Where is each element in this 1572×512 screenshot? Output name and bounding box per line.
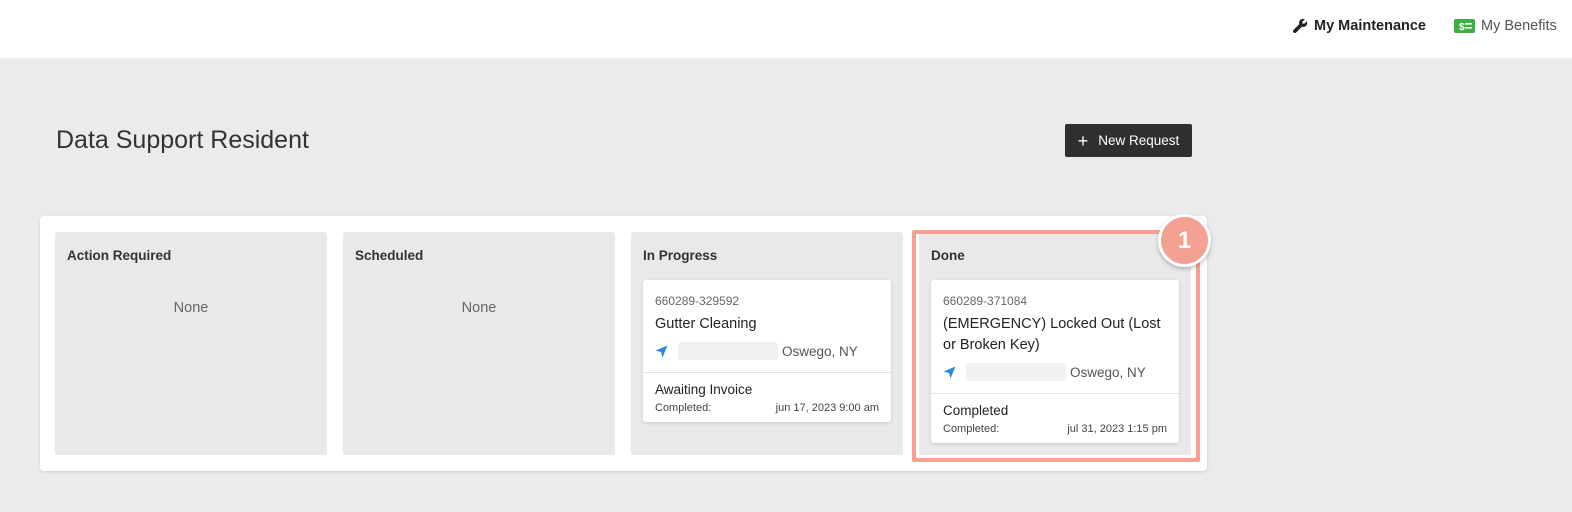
request-id: 660289-329592: [655, 294, 740, 308]
nav-my-benefits-label: My Benefits: [1481, 18, 1557, 34]
new-request-label: New Request: [1098, 133, 1180, 148]
column-action-required: Action Required None: [55, 232, 327, 455]
nav-my-benefits[interactable]: $ My Benefits: [1454, 16, 1557, 36]
nav-my-maintenance[interactable]: My Maintenance: [1292, 16, 1426, 36]
dollar-bill-icon: $: [1454, 19, 1475, 33]
request-location: Oswego, NY: [655, 342, 858, 360]
step-highlight-frame: [912, 230, 1200, 462]
card-divider: [643, 372, 891, 373]
column-title: Action Required: [67, 248, 172, 263]
request-completed: Completed: jun 17, 2023 9:00 am: [655, 402, 879, 414]
column-title: Scheduled: [355, 248, 424, 263]
svg-text:$: $: [1459, 22, 1465, 33]
column-scheduled: Scheduled None: [343, 232, 615, 455]
wrench-icon: [1292, 18, 1308, 34]
top-navigation-bar: My Maintenance $ My Benefits: [0, 0, 1572, 58]
request-status: Awaiting Invoice: [655, 382, 753, 397]
completed-label: Completed:: [655, 402, 712, 414]
column-title: In Progress: [643, 248, 718, 263]
request-card[interactable]: 660289-329592 Gutter Cleaning Oswego, NY…: [643, 280, 891, 422]
redacted-address: [678, 342, 778, 360]
nav-my-maintenance-label: My Maintenance: [1314, 18, 1426, 34]
column-in-progress: In Progress 660289-329592 Gutter Cleanin…: [631, 232, 903, 455]
page-title: Data Support Resident: [56, 126, 309, 154]
step-number-badge: 1: [1158, 214, 1211, 267]
request-city: Oswego, NY: [782, 343, 858, 359]
request-title: Gutter Cleaning: [655, 316, 757, 332]
column-empty-text: None: [173, 300, 209, 316]
plus-icon: +: [1077, 130, 1089, 151]
new-request-button[interactable]: + New Request: [1065, 124, 1192, 157]
completed-date: jun 17, 2023 9:00 am: [775, 402, 879, 414]
column-empty-text: None: [461, 300, 497, 316]
location-arrow-icon: [655, 345, 668, 357]
